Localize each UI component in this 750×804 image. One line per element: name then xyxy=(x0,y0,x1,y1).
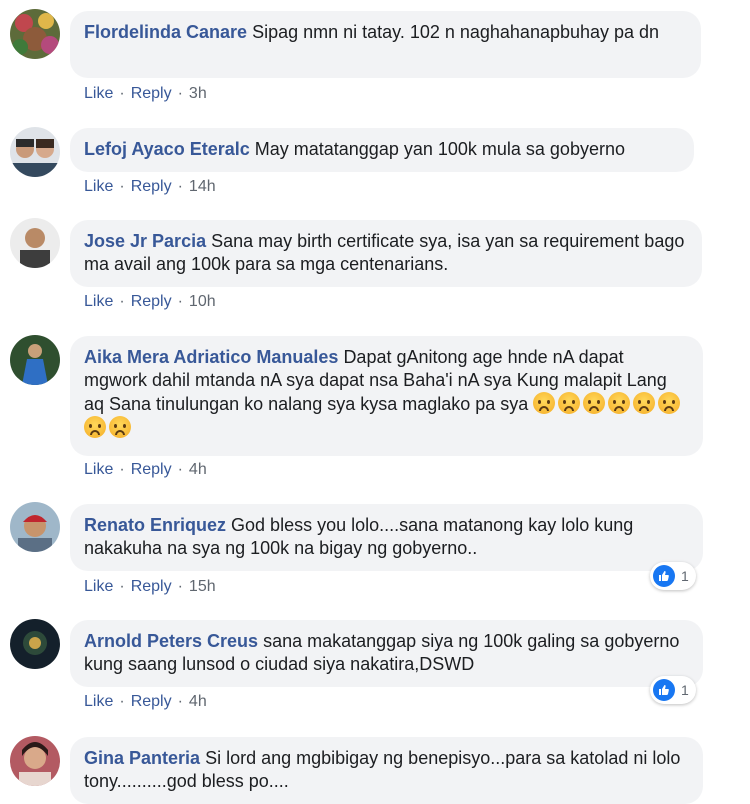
like-icon xyxy=(653,565,675,587)
like-link[interactable]: Like xyxy=(84,578,113,595)
comment-bubble: Lefoj Ayaco Eteralc May matatanggap yan … xyxy=(70,128,694,172)
avatar[interactable] xyxy=(10,127,60,177)
reaction-count-value: 1 xyxy=(681,682,689,698)
comment-actions: Like · Reply · 4h xyxy=(84,693,207,711)
separator: · xyxy=(119,693,125,710)
comment-bubble: Arnold Peters Creus sana makatanggap siy… xyxy=(70,620,703,687)
like-link[interactable]: Like xyxy=(84,85,113,102)
reaction-count[interactable]: 1 xyxy=(650,562,696,590)
comment-text: Sipag nmn ni tatay. 102 n naghahanapbuha… xyxy=(252,22,660,42)
comment-timestamp[interactable]: 15h xyxy=(189,578,216,595)
comment-timestamp[interactable]: 4h xyxy=(189,461,207,478)
avatar-image xyxy=(10,9,60,59)
avatar[interactable] xyxy=(10,502,60,552)
disappointed-face-emoji xyxy=(109,416,131,438)
reply-link[interactable]: Reply xyxy=(131,461,172,478)
like-link[interactable]: Like xyxy=(84,293,113,310)
avatar[interactable] xyxy=(10,619,60,669)
separator: · xyxy=(119,461,125,478)
separator: · xyxy=(177,178,183,195)
comment-actions: Like · Reply · 14h xyxy=(84,178,216,196)
like-link[interactable]: Like xyxy=(84,178,113,195)
disappointed-face-emoji xyxy=(633,392,656,414)
comment-actions: Like · Reply · 4h xyxy=(84,461,207,479)
comment-author[interactable]: Arnold Peters Creus xyxy=(84,631,258,651)
avatar-image xyxy=(10,502,60,552)
avatar-image xyxy=(10,736,60,786)
avatar[interactable] xyxy=(10,9,60,59)
comment-author[interactable]: Aika Mera Adriatico Manuales xyxy=(84,347,338,367)
comment-author[interactable]: Lefoj Ayaco Eteralc xyxy=(84,139,250,159)
separator: · xyxy=(119,85,125,102)
reply-link[interactable]: Reply xyxy=(131,578,172,595)
comment-bubble: Flordelinda Canare Sipag nmn ni tatay. 1… xyxy=(70,11,701,78)
comment-actions: Like · Reply · 3h xyxy=(84,85,207,103)
comment-bubble: Renato Enriquez God bless you lolo....sa… xyxy=(70,504,703,571)
comment-bubble: Gina Panteria Si lord ang mgbibigay ng b… xyxy=(70,737,703,804)
comment-actions: Like · Reply · 10h xyxy=(84,293,216,311)
disappointed-face-emoji xyxy=(658,392,681,414)
separator: · xyxy=(119,293,125,310)
comment-timestamp[interactable]: 4h xyxy=(189,693,207,710)
comment-timestamp[interactable]: 3h xyxy=(189,85,207,102)
reply-link[interactable]: Reply xyxy=(131,293,172,310)
disappointed-face-emoji xyxy=(558,392,581,414)
separator: · xyxy=(119,178,125,195)
avatar[interactable] xyxy=(10,736,60,786)
reply-link[interactable]: Reply xyxy=(131,178,172,195)
disappointed-face-emoji xyxy=(608,392,631,414)
avatar-image xyxy=(10,127,60,177)
avatar-image xyxy=(10,619,60,669)
comment-author[interactable]: Jose Jr Parcia xyxy=(84,231,206,251)
comment-bubble: Aika Mera Adriatico Manuales Dapat gAnit… xyxy=(70,336,703,456)
comment-timestamp[interactable]: 14h xyxy=(189,178,216,195)
like-link[interactable]: Like xyxy=(84,693,113,710)
separator: · xyxy=(177,693,183,710)
comment-text: May matatanggap yan 100k mula sa gobyern… xyxy=(254,139,625,159)
comment-actions: Like · Reply · 15h xyxy=(84,578,216,596)
disappointed-face-emoji xyxy=(583,392,606,414)
disappointed-face-emoji xyxy=(533,392,556,414)
reaction-count[interactable]: 1 xyxy=(650,676,696,704)
comment-author[interactable]: Flordelinda Canare xyxy=(84,22,247,42)
avatar[interactable] xyxy=(10,218,60,268)
avatar-image xyxy=(10,218,60,268)
like-link[interactable]: Like xyxy=(84,461,113,478)
comment-author[interactable]: Renato Enriquez xyxy=(84,515,226,535)
comment-author[interactable]: Gina Panteria xyxy=(84,748,200,768)
reply-link[interactable]: Reply xyxy=(131,693,172,710)
comment-bubble: Jose Jr Parcia Sana may birth certificat… xyxy=(70,220,702,287)
separator: · xyxy=(177,293,183,310)
reply-link[interactable]: Reply xyxy=(131,85,172,102)
avatar-image xyxy=(10,335,60,385)
comment-timestamp[interactable]: 10h xyxy=(189,293,216,310)
avatar[interactable] xyxy=(10,335,60,385)
disappointed-face-emoji xyxy=(84,416,106,438)
like-icon xyxy=(653,679,675,701)
separator: · xyxy=(177,578,183,595)
separator: · xyxy=(177,85,183,102)
separator: · xyxy=(177,461,183,478)
reaction-count-value: 1 xyxy=(681,568,689,584)
separator: · xyxy=(119,578,125,595)
